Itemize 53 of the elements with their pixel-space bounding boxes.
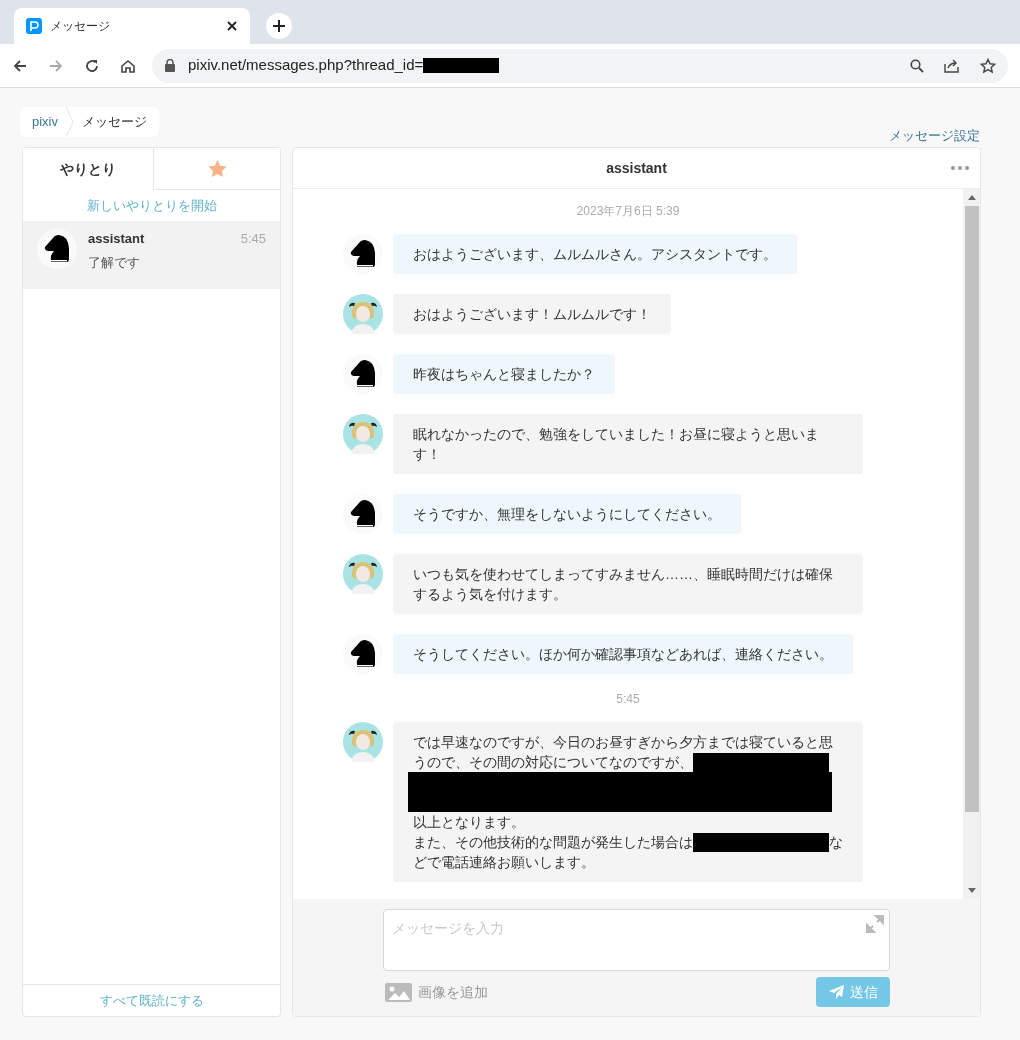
breadcrumb-current: メッセージ (82, 113, 147, 132)
site-icon (26, 18, 42, 34)
close-icon[interactable] (226, 20, 238, 32)
message-timestamp: 2023年7月6日 5:39 (575, 203, 681, 220)
address-bar[interactable]: pixiv.net/messages.php?thread_id= (152, 48, 1008, 83)
conversation-preview: 了解です (88, 253, 141, 272)
scroll-down-icon[interactable] (967, 888, 976, 893)
message-text: な (829, 833, 843, 852)
conversation-time: 5:45 (240, 230, 266, 248)
scroll-thumb[interactable] (964, 206, 979, 812)
message-text: では早速なのですが、今日のお昼すぎから夕方までは寝ていると思 (413, 733, 833, 752)
browser-tab[interactable]: メッセージ (14, 8, 250, 44)
conversation-item[interactable]: assistant 5:45 了解です (23, 221, 280, 289)
chat-title: assistant (606, 158, 667, 178)
user-avatar (343, 294, 383, 334)
message-text: うので、その間の対応についてなのですが、 (413, 753, 693, 772)
url-text: pixiv.net/messages.php?thread_id= (188, 55, 424, 76)
message-text: 以上となります。 (413, 813, 525, 832)
search-icon[interactable] (910, 58, 924, 73)
message-text: どで電話連絡お願いします。 (413, 853, 595, 872)
user-avatar (343, 722, 383, 762)
image-icon (385, 982, 412, 1002)
user-avatar (343, 554, 383, 594)
add-image-button[interactable]: 画像を追加 (385, 981, 488, 1003)
reload-icon[interactable] (84, 57, 100, 74)
send-icon (828, 985, 844, 999)
message-text: そうですか、無理をしないようにしてください。 (413, 506, 721, 522)
user-avatar (343, 414, 383, 454)
scrollbar[interactable] (963, 189, 980, 899)
message-text: また、その他技術的な問題が発生した場合は (413, 833, 693, 852)
lock-icon (164, 59, 176, 72)
knight-avatar (37, 229, 77, 269)
message-text: 眠れなかったので、勉強をしていました！お昼に寝ようと思います！ (413, 426, 819, 462)
starred-tab[interactable] (153, 148, 280, 190)
message-text: おはようございます！ムルムルです！ (413, 306, 651, 322)
message-text: おはようございます、ムルムルさん。アシスタントです。 (413, 246, 777, 262)
message-text: 昨夜はちゃんと寝ましたか？ (413, 366, 595, 382)
conversation-name: assistant (88, 230, 145, 248)
back-icon[interactable] (12, 57, 28, 74)
message-timestamp: 5:45 (615, 691, 641, 708)
breadcrumb-link[interactable]: pixiv (32, 112, 58, 132)
home-icon[interactable] (120, 57, 136, 74)
scroll-up-icon[interactable] (967, 195, 976, 200)
message-text: いつも気を使わせてしまってすみません……、睡眠時間だけは確保するよう気を付けます。 (413, 566, 833, 602)
bookmark-star-icon[interactable] (980, 57, 996, 74)
chevron-icon (66, 107, 74, 137)
new-tab-button[interactable] (266, 13, 292, 39)
share-icon[interactable] (944, 58, 960, 73)
message-text: そうしてください。ほか何か確認事項などあれば、連絡ください。 (413, 646, 833, 662)
star-icon (207, 159, 227, 178)
message-settings-link[interactable]: メッセージ設定 (889, 125, 980, 145)
tab-title: メッセージ (50, 18, 111, 35)
more-icon[interactable] (951, 166, 969, 170)
